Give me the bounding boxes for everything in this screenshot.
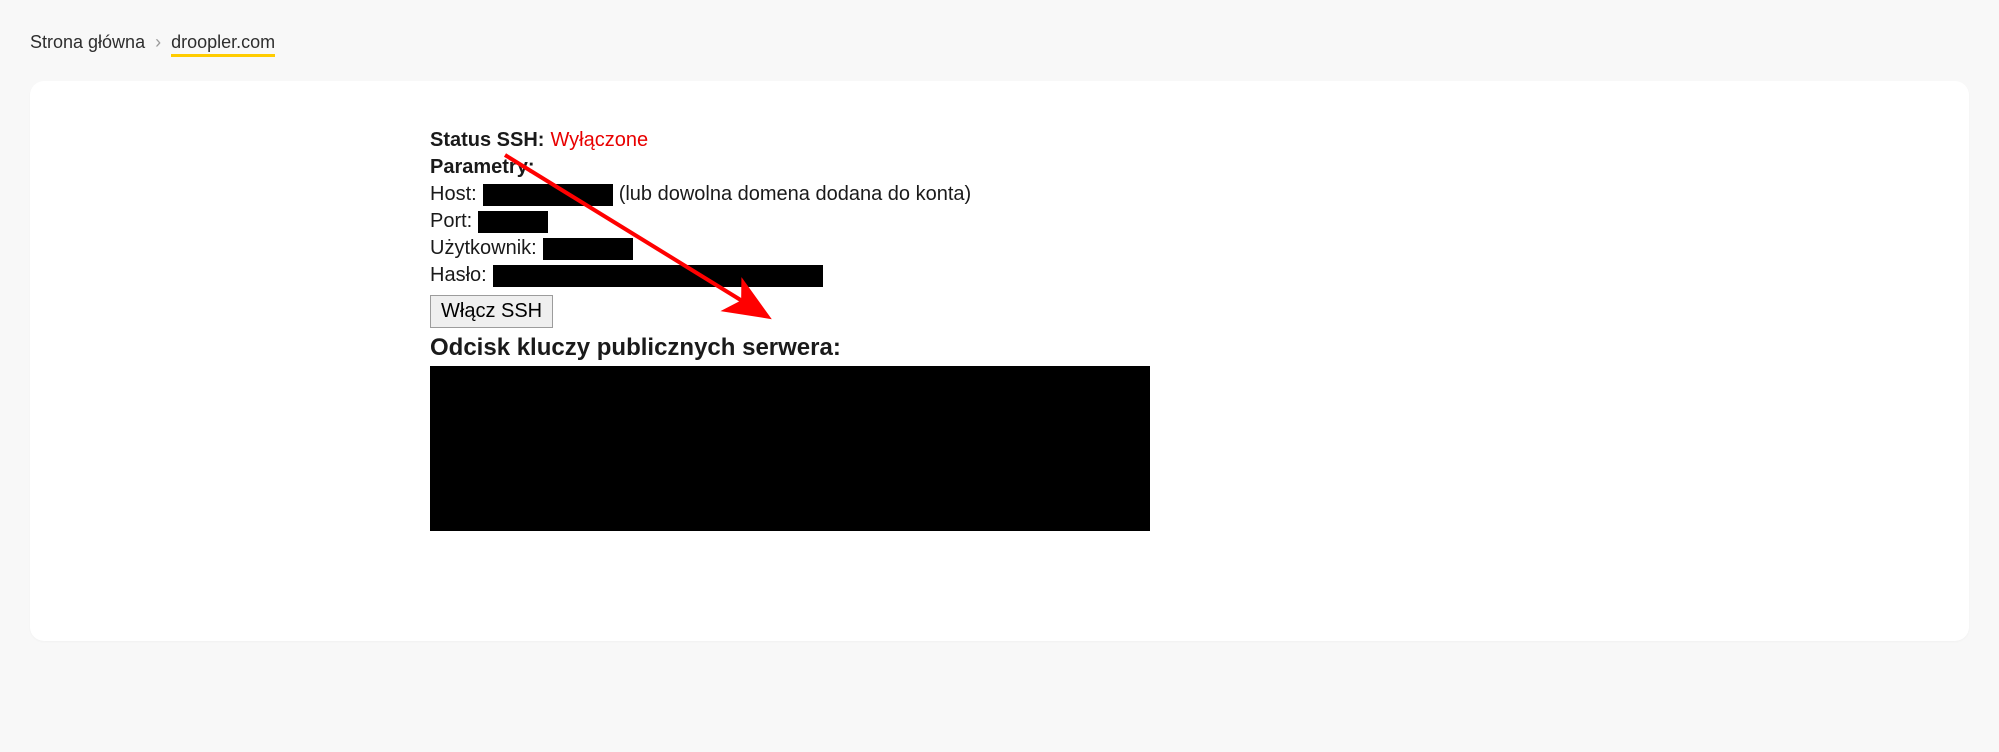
redacted-fingerprint-block <box>430 366 1150 531</box>
enable-ssh-button[interactable]: Włącz SSH <box>430 295 553 328</box>
ssh-status-value: Wyłączone <box>550 127 648 154</box>
fingerprint-heading: Odcisk kluczy publicznych serwera: <box>430 334 1909 362</box>
ssh-panel: Status SSH: Wyłączone Parametry: Host: (… <box>430 127 1909 531</box>
ssh-host-note: (lub dowolna domena dodana do konta) <box>619 181 971 208</box>
breadcrumb-home[interactable]: Strona główna <box>30 32 145 53</box>
ssh-password-label: Hasło: <box>430 262 487 289</box>
main-card: Status SSH: Wyłączone Parametry: Host: (… <box>30 81 1969 641</box>
redacted-port-value <box>478 211 548 233</box>
redacted-host-value <box>483 184 613 206</box>
ssh-user-label: Użytkownik: <box>430 235 537 262</box>
ssh-params-label: Parametry: <box>430 154 535 181</box>
breadcrumb: Strona główna › droopler.com <box>30 32 1969 53</box>
ssh-port-label: Port: <box>430 208 472 235</box>
ssh-host-label: Host: <box>430 181 477 208</box>
redacted-user-value <box>543 238 633 260</box>
ssh-status-label: Status SSH: <box>430 127 544 154</box>
redacted-password-value <box>493 265 823 287</box>
breadcrumb-current: droopler.com <box>171 32 275 53</box>
breadcrumb-separator-icon: › <box>155 32 161 53</box>
